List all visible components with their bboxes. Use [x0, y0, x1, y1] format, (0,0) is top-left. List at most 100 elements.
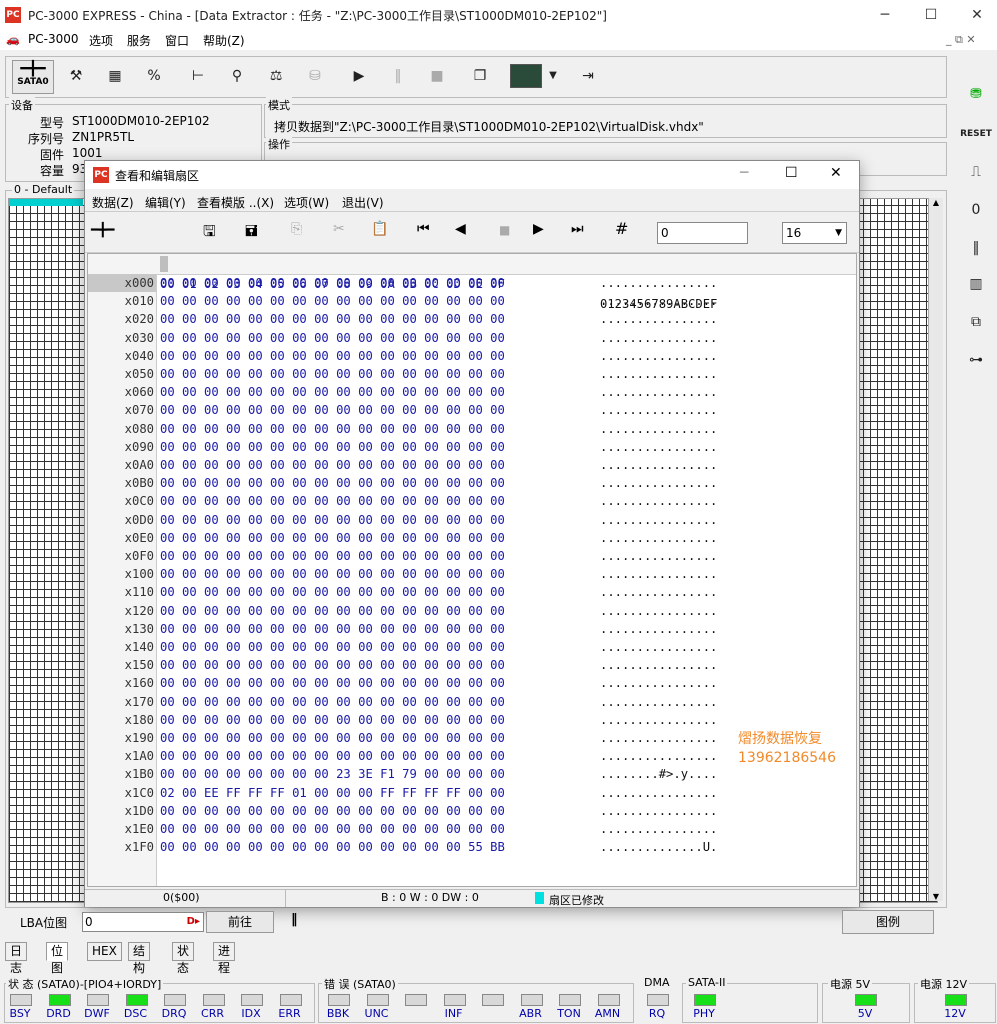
goto-sector-icon[interactable]: #: [615, 219, 628, 238]
dlg-menu-edit[interactable]: 编辑(Y): [145, 194, 186, 211]
disk-icon[interactable]: ⛁: [303, 62, 327, 90]
tab-hex[interactable]: HEX: [87, 942, 122, 961]
dialog-maximize-icon[interactable]: ☐: [785, 165, 798, 181]
tab-structure[interactable]: 结构: [128, 942, 151, 975]
menu-help[interactable]: 帮助(Z): [203, 32, 245, 49]
lba-input[interactable]: 0 D▸: [82, 912, 204, 932]
stop-icon[interactable]: ■: [425, 62, 449, 90]
zero-icon[interactable]: 0: [958, 196, 994, 224]
play-icon[interactable]: ▶: [347, 62, 371, 90]
next-sector-icon[interactable]: ▶: [533, 221, 544, 237]
mdi-controls-icon[interactable]: _ ⧉ ✕: [946, 33, 976, 47]
dlg-menu-template[interactable]: 查看模版 ..(X): [197, 194, 274, 211]
dec-toggle-icon[interactable]: D▸: [187, 913, 200, 931]
scroll-up-icon[interactable]: ▲: [929, 198, 943, 207]
probe-icon[interactable]: ⊢: [186, 62, 210, 90]
hex-row[interactable]: x020 00 00 00 00 00 00 00 00 00 00 00 00 …: [88, 310, 856, 328]
lba-pause-icon[interactable]: ‖: [291, 912, 298, 927]
hex-row[interactable]: x080 00 00 00 00 00 00 00 00 00 00 00 00 …: [88, 420, 856, 438]
tab-bitmap[interactable]: 位图: [46, 942, 69, 975]
counter-icon[interactable]: ▦: [103, 62, 127, 90]
chevron-down-icon[interactable]: ▼: [541, 62, 565, 90]
hex-row[interactable]: x170 00 00 00 00 00 00 00 00 00 00 00 00 …: [88, 693, 856, 711]
columns-select[interactable]: 16 ▼: [782, 222, 847, 244]
error-led: [443, 994, 466, 1006]
first-sector-icon[interactable]: ⏮: [417, 221, 430, 237]
hex-row[interactable]: x030 00 00 00 00 00 00 00 00 00 00 00 00 …: [88, 329, 856, 347]
hex-row[interactable]: x0E0 00 00 00 00 00 00 00 00 00 00 00 00 …: [88, 529, 856, 547]
sata-port-button[interactable]: ━╋━ SATA0: [12, 60, 54, 94]
hex-row[interactable]: x130 00 00 00 00 00 00 00 00 00 00 00 00 …: [88, 620, 856, 638]
save-icon[interactable]: 🖫: [203, 221, 216, 246]
hex-row[interactable]: x0B0 00 00 00 00 00 00 00 00 00 00 00 00 …: [88, 474, 856, 492]
dlg-menu-exit[interactable]: 退出(V): [342, 194, 384, 211]
binoculars-icon[interactable]: ⚲: [225, 62, 249, 90]
maximize-icon[interactable]: ☐: [908, 0, 954, 30]
hex-row[interactable]: x000 00 00 00 00 00 00 00 00 00 00 00 00 …: [88, 274, 856, 292]
copy-icon[interactable]: ⎘: [291, 221, 302, 237]
hex-row[interactable]: x150 00 00 00 00 00 00 00 00 00 00 00 00 …: [88, 656, 856, 674]
tab-status[interactable]: 状态: [172, 942, 195, 975]
database-icon[interactable]: ⛃: [958, 80, 994, 108]
hex-row[interactable]: x110 00 00 00 00 00 00 00 00 00 00 00 00 …: [88, 583, 856, 601]
hex-row[interactable]: x1E0 00 00 00 00 00 00 00 00 00 00 00 00 …: [88, 820, 856, 838]
dlg-plug-icon[interactable]: ━╋━: [91, 223, 114, 238]
legend-button[interactable]: 图例: [842, 910, 934, 934]
percent-icon[interactable]: %: [142, 62, 166, 90]
scroll-down-icon[interactable]: ▼: [929, 892, 943, 901]
goto-button[interactable]: 前往: [206, 911, 274, 933]
sector-number-input[interactable]: 0: [657, 222, 748, 244]
scale-icon[interactable]: ⚖: [264, 62, 288, 90]
dlg-menu-data[interactable]: 数据(Z): [92, 194, 134, 211]
hex-view[interactable]: 00 01 02 03 04 05 06 07 08 09 0A 0B 0C 0…: [87, 253, 857, 887]
hex-row[interactable]: x010 00 00 00 00 00 00 00 00 00 00 00 00 …: [88, 292, 856, 310]
hex-row[interactable]: x120 00 00 00 00 00 00 00 00 00 00 00 00 …: [88, 602, 856, 620]
stop-sector-icon[interactable]: ■: [499, 223, 510, 237]
power-probe-icon[interactable]: ⎍: [958, 158, 994, 186]
connector-icon[interactable]: ⊶: [958, 346, 994, 374]
dialog-close-icon[interactable]: ✕: [830, 165, 842, 181]
pause-icon[interactable]: ‖: [386, 62, 410, 90]
hex-row[interactable]: x1B0 00 00 00 00 00 00 00 00 23 3E F1 79 …: [88, 765, 856, 783]
hex-row[interactable]: x070 00 00 00 00 00 00 00 00 00 00 00 00 …: [88, 401, 856, 419]
last-sector-icon[interactable]: ⏭: [571, 221, 584, 237]
menu-window[interactable]: 窗口: [165, 32, 189, 49]
pause-strip-icon[interactable]: ‖: [958, 234, 994, 262]
hex-row[interactable]: x100 00 00 00 00 00 00 00 00 00 00 00 00 …: [88, 565, 856, 583]
hex-row[interactable]: x160 00 00 00 00 00 00 00 00 00 00 00 00 …: [88, 674, 856, 692]
tab-process[interactable]: 进程: [213, 942, 236, 975]
hex-row[interactable]: x0A0 00 00 00 00 00 00 00 00 00 00 00 00 …: [88, 456, 856, 474]
hex-row[interactable]: x060 00 00 00 00 00 00 00 00 00 00 00 00 …: [88, 383, 856, 401]
hex-row[interactable]: x140 00 00 00 00 00 00 00 00 00 00 00 00 …: [88, 638, 856, 656]
reset-icon[interactable]: RESET: [958, 120, 994, 148]
hex-row[interactable]: x180 00 00 00 00 00 00 00 00 00 00 00 00 …: [88, 711, 856, 729]
hex-row[interactable]: x0D0 00 00 00 00 00 00 00 00 00 00 00 00 …: [88, 511, 856, 529]
hex-row[interactable]: x090 00 00 00 00 00 00 00 00 00 00 00 00 …: [88, 438, 856, 456]
paste-icon[interactable]: 📋: [371, 221, 388, 237]
hex-row[interactable]: x0C0 00 00 00 00 00 00 00 00 00 00 00 00 …: [88, 492, 856, 510]
menu-options[interactable]: 选项: [89, 32, 113, 49]
hex-row[interactable]: x0F0 00 00 00 00 00 00 00 00 00 00 00 00 …: [88, 547, 856, 565]
copy-x-icon[interactable]: ⧉: [958, 308, 994, 336]
hex-row[interactable]: x1D0 00 00 00 00 00 00 00 00 00 00 00 00 …: [88, 802, 856, 820]
windows-icon[interactable]: ❐: [468, 62, 492, 90]
hex-row[interactable]: x050 00 00 00 00 00 00 00 00 00 00 00 00 …: [88, 365, 856, 383]
prev-sector-icon[interactable]: ◀: [455, 221, 466, 237]
dialog-minimize-icon[interactable]: ─: [740, 165, 748, 181]
exit-icon[interactable]: ⇥: [576, 62, 600, 90]
dlg-menu-options[interactable]: 选项(W): [284, 194, 329, 211]
hex-row[interactable]: x040 00 00 00 00 00 00 00 00 00 00 00 00 …: [88, 347, 856, 365]
hex-row[interactable]: x1C0 02 00 EE FF FF FF 01 00 00 00 FF FF …: [88, 784, 856, 802]
hex-row[interactable]: x1F0 00 00 00 00 00 00 00 00 00 00 00 00 …: [88, 838, 856, 856]
map-scrollbar[interactable]: ▲ ▼: [928, 198, 943, 901]
cut-icon[interactable]: ✂: [333, 221, 345, 237]
tools-icon[interactable]: ⚒: [64, 62, 88, 90]
image-icon[interactable]: [510, 64, 542, 88]
menu-service[interactable]: 服务: [127, 32, 151, 49]
close-icon[interactable]: ✕: [954, 0, 997, 30]
minimize-icon[interactable]: ─: [862, 0, 908, 30]
tab-log[interactable]: 日志: [5, 942, 28, 975]
save-as-icon[interactable]: 🖬: [245, 221, 258, 246]
menu-pc3000[interactable]: PC-3000: [28, 32, 78, 46]
counter-x-icon[interactable]: ▥: [958, 270, 994, 298]
